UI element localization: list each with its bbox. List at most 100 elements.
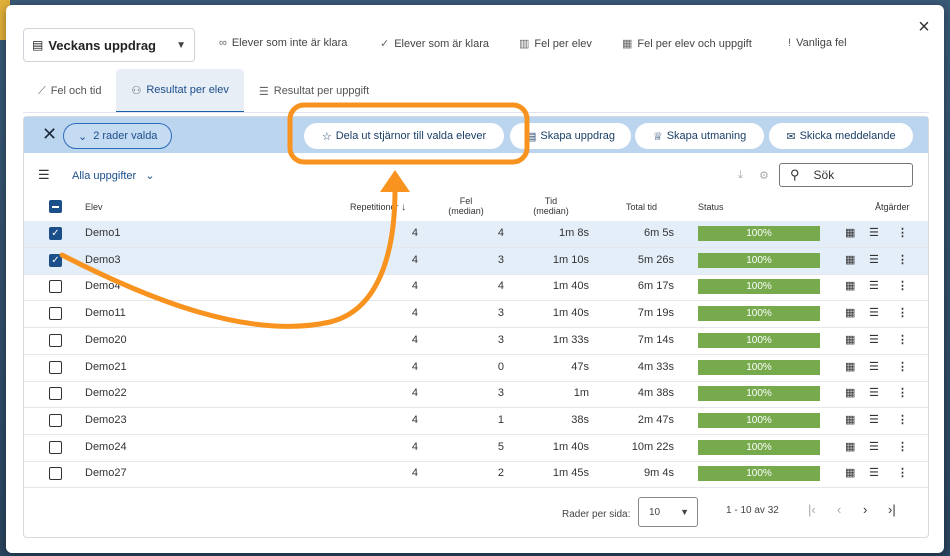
more-options-icon[interactable]: ⋮ [897,466,908,479]
table-row[interactable]: Demo20 4 3 1m 33s 7m 14s 100% ▦ ☰ ⋮ [24,328,928,355]
table-row[interactable]: Demo24 4 5 1m 40s 10m 22s 100% ▦ ☰ ⋮ [24,435,928,462]
table-row[interactable]: Demo4 4 4 1m 40s 6m 17s 100% ▦ ☰ ⋮ [24,274,928,302]
assignment-select-label: Veckans uppdrag [48,37,156,53]
assignment-select[interactable]: ▤ Veckans uppdrag ▼ [23,28,195,62]
list-view-icon[interactable]: ☰ [869,253,879,266]
page-range: 1 - 10 av 32 [726,505,779,516]
header-total-time[interactable]: Total tid [626,202,657,212]
previous-page-icon[interactable]: ‹ [837,502,841,517]
row-checkbox[interactable] [49,413,62,427]
tab-divider [23,112,929,113]
list-view-icon[interactable]: ☰ [869,386,879,399]
row-checkbox[interactable] [49,307,62,321]
selected-rows-chip[interactable]: ⌄ 2 rader valda [63,123,173,149]
list-view-icon[interactable]: ☰ [869,440,879,453]
list-view-icon[interactable]: ☰ [869,306,879,319]
status-bar: 100% [698,252,820,268]
table-row[interactable]: Demo11 4 3 1m 40s 7m 19s 100% ▦ ☰ ⋮ [24,301,928,329]
more-options-icon[interactable]: ⋮ [897,440,908,453]
common-errors-label: Vanliga fel [796,37,847,49]
total-time-value: 5m 26s [637,253,674,266]
row-checkbox[interactable] [49,280,62,294]
more-options-icon[interactable]: ⋮ [897,253,908,266]
binoculars-icon: ∞ [219,37,227,49]
table-view-icon[interactable]: ▦ [845,466,855,479]
create-challenge-button[interactable]: ♕ Skapa utmaning [635,123,764,149]
row-checkbox[interactable]: ✓ [49,227,62,240]
header-fel-label: Fel [459,196,473,206]
give-stars-button[interactable]: ☆ Dela ut stjärnor till valda elever [304,123,504,149]
table-view-icon[interactable]: ▦ [845,253,855,266]
filter-icon[interactable]: ☰ [38,167,50,183]
more-options-icon[interactable]: ⋮ [897,333,908,346]
create-assignment-button[interactable]: ▤ Skapa uppdrag [510,123,631,149]
row-checkbox[interactable] [49,467,62,481]
settings-icon[interactable]: ⚙ [759,169,769,182]
search-input[interactable]: ⚲ Sök [779,163,913,187]
table-view-icon[interactable]: ▦ [845,360,855,373]
students-not-done-button[interactable]: ∞ Elever som inte är klara [219,37,347,49]
row-checkbox[interactable] [49,333,62,347]
selected-rows-label: 2 rader valda [93,130,158,142]
errors-per-student-button[interactable]: ▥ Fel per elev [519,37,592,51]
header-repetitions[interactable]: Repetitioner ↓ [350,202,406,213]
last-page-icon[interactable]: ›| [888,502,896,517]
close-icon[interactable]: × [914,17,934,37]
list-view-icon[interactable]: ☰ [869,413,879,426]
table-view-icon[interactable]: ▦ [845,386,855,399]
header-tid[interactable]: Tid (median) [529,196,573,216]
errors-per-student-task-button[interactable]: ▦ Fel per elev och uppgift [622,37,752,51]
first-page-icon[interactable]: |‹ [808,502,816,517]
row-checkbox[interactable]: ✓ [49,253,62,267]
table-view-icon[interactable]: ▦ [845,333,855,346]
download-icon[interactable]: ⤓ [738,169,743,182]
common-errors-button[interactable]: ! Vanliga fel [788,37,847,49]
header-fel[interactable]: Fel (median) [444,196,488,216]
list-view-icon[interactable]: ☰ [869,466,879,479]
more-options-icon[interactable]: ⋮ [897,226,908,239]
table-view-icon[interactable]: ▦ [845,440,855,453]
tab-results-per-task[interactable]: ☰ Resultat per uppgift [244,69,384,113]
table-view-icon[interactable]: ▦ [845,279,855,292]
clear-selection-icon[interactable]: ✕ [42,124,57,144]
table-view-icon[interactable]: ▦ [845,306,855,319]
table-view-icon[interactable]: ▦ [845,226,855,239]
table-row[interactable]: Demo21 4 0 47s 4m 33s 100% ▦ ☰ ⋮ [24,355,928,382]
table-row[interactable]: ✓ Demo1 4 4 1m 8s 6m 5s 100% ▦ ☰ ⋮ [24,221,928,248]
table-row[interactable]: Demo22 4 3 1m 4m 38s 100% ▦ ☰ ⋮ [24,381,928,409]
task-filter-dropdown[interactable]: Alla uppgifter ⌄ [72,169,155,182]
bar-chart-icon: ▥ [519,38,530,50]
grid-icon: ▦ [622,38,633,50]
next-page-icon[interactable]: › [863,502,867,517]
errors-value: 4 [497,227,504,239]
more-options-icon[interactable]: ⋮ [897,306,908,319]
more-options-icon[interactable]: ⋮ [897,360,908,373]
rows-per-page-select[interactable]: 10 ▼ [638,497,698,527]
list-view-icon[interactable]: ☰ [869,333,879,346]
row-checkbox[interactable] [49,387,62,401]
list-view-icon[interactable]: ☰ [869,360,879,373]
more-options-icon[interactable]: ⋮ [897,386,908,399]
tab-errors-and-time[interactable]: ⟋ Fel och tid [23,69,116,113]
give-stars-label: Dela ut stjärnor till valda elever [335,130,487,142]
table-row[interactable]: Demo27 4 2 1m 45s 9m 4s 100% ▦ ☰ ⋮ [24,461,928,489]
more-options-icon[interactable]: ⋮ [897,413,908,426]
list-view-icon[interactable]: ☰ [869,279,879,292]
table-view-icon[interactable]: ▦ [845,413,855,426]
status-bar: 100% [698,439,820,455]
send-message-button[interactable]: ✉ Skicka meddelande [769,123,913,149]
header-elev[interactable]: Elev [85,202,103,212]
more-options-icon[interactable]: ⋮ [897,279,908,292]
header-status[interactable]: Status [698,202,724,212]
search-icon: ⚲ [790,167,800,182]
tab-results-per-student[interactable]: ⚇ Resultat per elev [116,69,244,113]
table-row[interactable]: Demo23 4 1 38s 2m 47s 100% ▦ ☰ ⋮ [24,408,928,435]
table-row[interactable]: ✓ Demo3 4 3 1m 10s 5m 26s 100% ▦ ☰ ⋮ [24,247,928,275]
students-done-button[interactable]: ✓ Elever som är klara [380,37,489,51]
list-view-icon[interactable]: ☰ [869,226,879,239]
row-checkbox[interactable] [49,360,62,374]
student-name: Demo21 [85,360,127,373]
select-all-checkbox[interactable] [49,200,62,213]
table-header: Elev Repetitioner ↓ Fel (median) Tid (medi… [24,193,928,222]
row-checkbox[interactable] [49,440,62,454]
